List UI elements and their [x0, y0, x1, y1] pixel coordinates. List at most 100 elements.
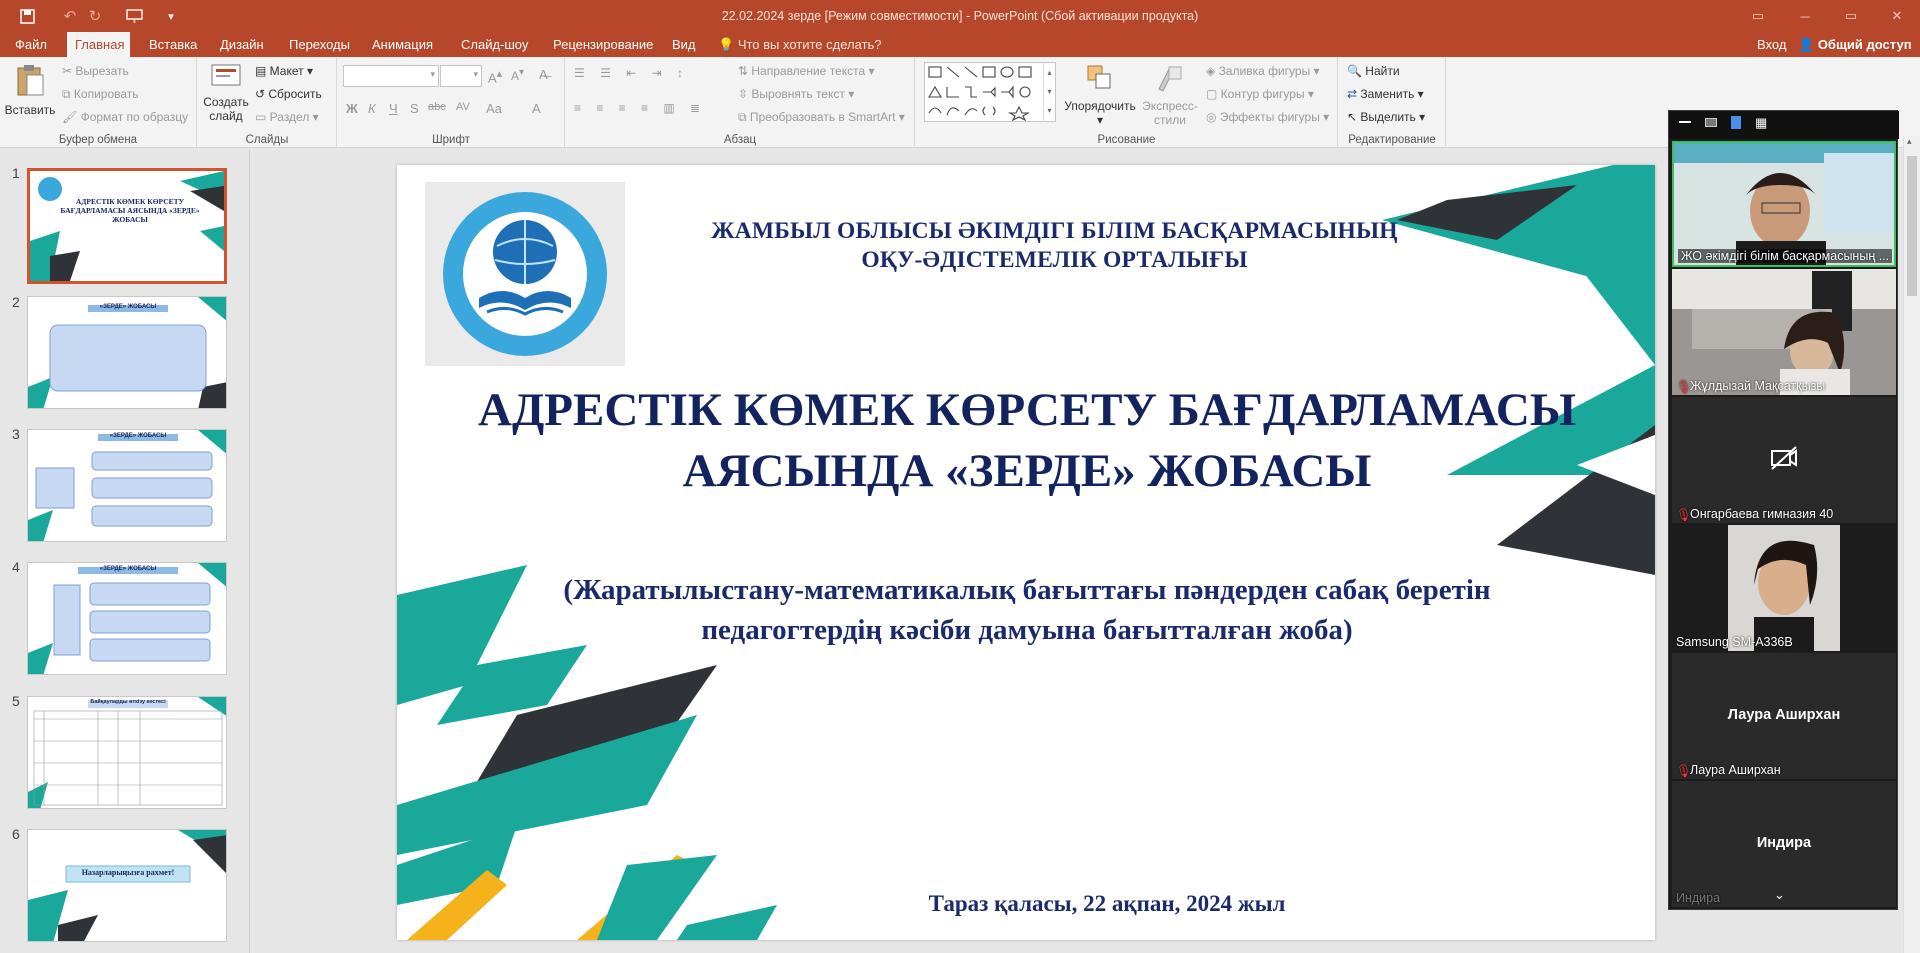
sign-in-link[interactable]: Вход: [1757, 32, 1786, 57]
tab-file[interactable]: Файл: [7, 32, 55, 57]
bold-button[interactable]: Ж: [346, 101, 358, 116]
tell-me-text: Что вы хотите сделать?: [737, 37, 882, 52]
change-case-button[interactable]: Aa: [486, 101, 502, 116]
tab-view[interactable]: Вид: [664, 32, 704, 57]
participant-center-name-6: Индира: [1756, 835, 1812, 851]
char-spacing-button[interactable]: AV: [456, 101, 470, 113]
select-button[interactable]: ↖ Выделить ▾: [1347, 110, 1425, 124]
slide-thumbnail-3[interactable]: «ЗЕРДЕ» ЖОБАСЫ: [27, 429, 227, 542]
list-buttons[interactable]: ☰ ☰ ⇤ ⇥ ↕: [574, 66, 689, 80]
reset-button[interactable]: ↺ Сбросить: [255, 87, 322, 101]
window-title: 22.02.2024 зерде [Режим совместимости] -…: [721, 9, 1199, 23]
ribbon-options-icon[interactable]: ▭: [1735, 0, 1781, 32]
minimize-icon[interactable]: [1679, 121, 1691, 123]
shapes-gallery[interactable]: ▴ ▾ ▾: [924, 62, 1056, 122]
participant-video-4: [1672, 525, 1896, 651]
minimize-button[interactable]: ─: [1782, 0, 1828, 32]
slide-thumbnail-1[interactable]: АДРЕСТІК КӨМЕК КӨРСЕТУ БАҒДАРЛАМАСЫ АЯСЫ…: [27, 168, 227, 284]
title-line-1: АДРЕСТІК КӨМЕК КӨРСЕТУ БАҒДАРЛАМАСЫ: [478, 384, 1576, 436]
participant-center-name-5: Лаура Аширхан: [1727, 707, 1841, 723]
underline-button[interactable]: Ч: [389, 101, 398, 116]
align-buttons[interactable]: ≡ ≡ ≡ ≡ ▥ ≣: [574, 101, 706, 115]
tab-review[interactable]: Рецензирование: [545, 32, 661, 57]
smartart-button[interactable]: ⧉ Преобразовать в SmartArt ▾: [738, 110, 905, 125]
tab-design[interactable]: Дизайн: [212, 32, 272, 57]
slide-thumbnails-pane[interactable]: 1 АДРЕСТІК КӨМЕК КӨРСЕТУ БАҒДАРЛАМАСЫ АЯ…: [0, 149, 250, 953]
replace-button[interactable]: ⇄ Заменить ▾: [1347, 87, 1424, 101]
gallery-scroll-icon[interactable]: ▴ ▾ ▾: [1043, 63, 1055, 121]
cut-button[interactable]: ✂ Вырезать: [62, 64, 129, 78]
select-label: Выделить: [1360, 110, 1416, 124]
title-line-2: АЯСЫНДА «ЗЕРДЕ» ЖОБАСЫ: [682, 445, 1372, 497]
tell-me-search[interactable]: 💡 Что вы хотите сделать?: [718, 32, 882, 57]
italic-button[interactable]: К: [368, 101, 376, 116]
tab-home[interactable]: Главная: [67, 32, 130, 57]
layout-button[interactable]: ▤ Макет ▾: [255, 64, 313, 78]
font-name-dropdown-icon[interactable]: ▾: [430, 69, 435, 80]
tab-insert[interactable]: Вставка: [141, 32, 205, 57]
shadow-button[interactable]: S: [410, 101, 419, 116]
text-direction-button[interactable]: ⇅ Направление текста ▾: [738, 64, 875, 78]
slide-title: АДРЕСТІК КӨМЕК КӨРСЕТУ БАҒДАРЛАМАСЫ АЯСЫ…: [427, 380, 1627, 502]
mic-muted-icon: 🎙: [1676, 764, 1692, 778]
restore-button[interactable]: ▭: [1828, 0, 1874, 32]
thumb-title-1: АДРЕСТІК КӨМЕК КӨРСЕТУ БАҒДАРЛАМАСЫ АЯСЫ…: [60, 197, 200, 224]
scroll-down-chevron-icon[interactable]: ⌄: [1774, 887, 1785, 903]
title-bar: ↶ ↻ ▾ 22.02.2024 зерде [Режим совместимо…: [0, 0, 1920, 32]
group-paragraph: ☰ ☰ ⇤ ⇥ ↕ ≡ ≡ ≡ ≡ ▥ ≣ ⇅ Направление текс…: [566, 57, 915, 148]
arrange-button[interactable]: Упорядочить ▾: [1064, 63, 1136, 127]
copy-label: Копировать: [73, 87, 139, 101]
share-button[interactable]: 👤 Общий доступ: [1798, 32, 1912, 57]
shrink-font-icon[interactable]: A▾: [511, 67, 524, 83]
find-button[interactable]: 🔍 Найти: [1347, 64, 1400, 78]
grow-font-icon[interactable]: A▴: [488, 67, 502, 85]
shape-effects-button[interactable]: ◎ Эффекты фигуры ▾: [1206, 110, 1329, 124]
slide-thumbnail-4[interactable]: «ЗЕРДЕ» ЖОБАСЫ: [27, 562, 227, 675]
speaker-view-icon[interactable]: [1705, 118, 1717, 127]
align-text-button[interactable]: ⇳ Выровнять текст ▾: [738, 87, 854, 101]
tab-slideshow[interactable]: Слайд-шоу: [453, 32, 536, 57]
arrange-icon: [1064, 63, 1136, 96]
font-name-box[interactable]: ▾: [343, 65, 439, 87]
shape-outline-button[interactable]: ▢ Контур фигуры ▾: [1206, 87, 1314, 101]
group-label-editing: Редактирование: [1348, 134, 1436, 146]
participant-tile-3[interactable]: 🎙 Онгарбаева гимназия 40: [1672, 397, 1896, 523]
scroll-up-icon[interactable]: ▴: [1907, 136, 1912, 147]
new-slide-button[interactable]: Создать слайд: [202, 63, 250, 123]
org-line-2: ОҚУ-ӘДІСТЕМЕЛІК ОРТАЛЫҒЫ: [861, 247, 1248, 273]
participant-label-2: 🎙 Жұлдызай Мақсатқызы: [1676, 379, 1825, 394]
tab-transitions[interactable]: Переходы: [281, 32, 358, 57]
copy-button[interactable]: ⧉ Копировать: [62, 87, 139, 102]
current-slide[interactable]: ЖАМБЫЛ ОБЛЫСЫ ӘКІМДІГІ БІЛІМ БАСҚАРМАСЫН…: [397, 165, 1655, 940]
participant-video-2: [1672, 269, 1896, 395]
quick-styles-button[interactable]: Экспресс-стили: [1139, 63, 1201, 127]
tab-animations[interactable]: Анимация: [364, 32, 441, 57]
group-label-slides: Слайды: [245, 134, 289, 146]
section-button[interactable]: ▭ Раздел ▾: [255, 110, 319, 124]
strikethrough-button[interactable]: abc: [428, 101, 446, 113]
vertical-scrollbar[interactable]: ▴: [1903, 136, 1920, 953]
participant-tile-1[interactable]: ЖО әкімдігі білім басқармасының ...: [1672, 141, 1896, 267]
font-size-dropdown-icon[interactable]: ▾: [473, 69, 478, 80]
clear-format-icon[interactable]: A̶: [539, 67, 548, 82]
scroll-thumb[interactable]: [1907, 156, 1917, 296]
paste-button[interactable]: Вставить: [4, 63, 56, 117]
participant-tile-2[interactable]: 🎙 Жұлдызай Мақсатқызы: [1672, 269, 1896, 395]
strip-view-icon[interactable]: [1731, 116, 1741, 129]
group-drawing: ▴ ▾ ▾ Упорядочить ▾ Экспресс-стили ◈ Залив…: [916, 57, 1338, 148]
participant-tile-5[interactable]: Лаура Аширхан 🎙 Лаура Аширхан: [1672, 653, 1896, 779]
shape-fill-button[interactable]: ◈ Заливка фигуры ▾: [1206, 64, 1320, 78]
font-color-button[interactable]: A: [532, 101, 541, 116]
slide-thumbnail-2[interactable]: «ЗЕРДЕ» ЖОБАСЫ: [27, 296, 227, 409]
slide-thumbnail-5[interactable]: Байқауларды өткізу кестесі: [27, 696, 227, 809]
slide-thumbnail-6[interactable]: Назарларыңызға рахмет!: [27, 829, 227, 942]
group-editing: 🔍 Найти ⇄ Заменить ▾ ↖ Выделить ▾ Редакт…: [1339, 57, 1446, 148]
font-size-box[interactable]: ▾: [440, 65, 482, 87]
participant-tile-4[interactable]: Samsung SM-A336B: [1672, 525, 1896, 651]
slide-footer: Тараз қаласы, 22 ақпан, 2024 жыл: [928, 891, 1286, 916]
slide-subtitle: (Жаратылыстану-математикалық бағыттағы п…: [457, 570, 1597, 650]
zoom-participants-panel[interactable]: ▦ ЖО әкімдігі білім басқармасының ... 🎙 Ж…: [1668, 110, 1899, 910]
gallery-view-icon[interactable]: ▦: [1755, 116, 1767, 129]
format-painter-button[interactable]: 🖌 Формат по образцу: [62, 110, 188, 124]
close-button[interactable]: ✕: [1874, 0, 1920, 32]
